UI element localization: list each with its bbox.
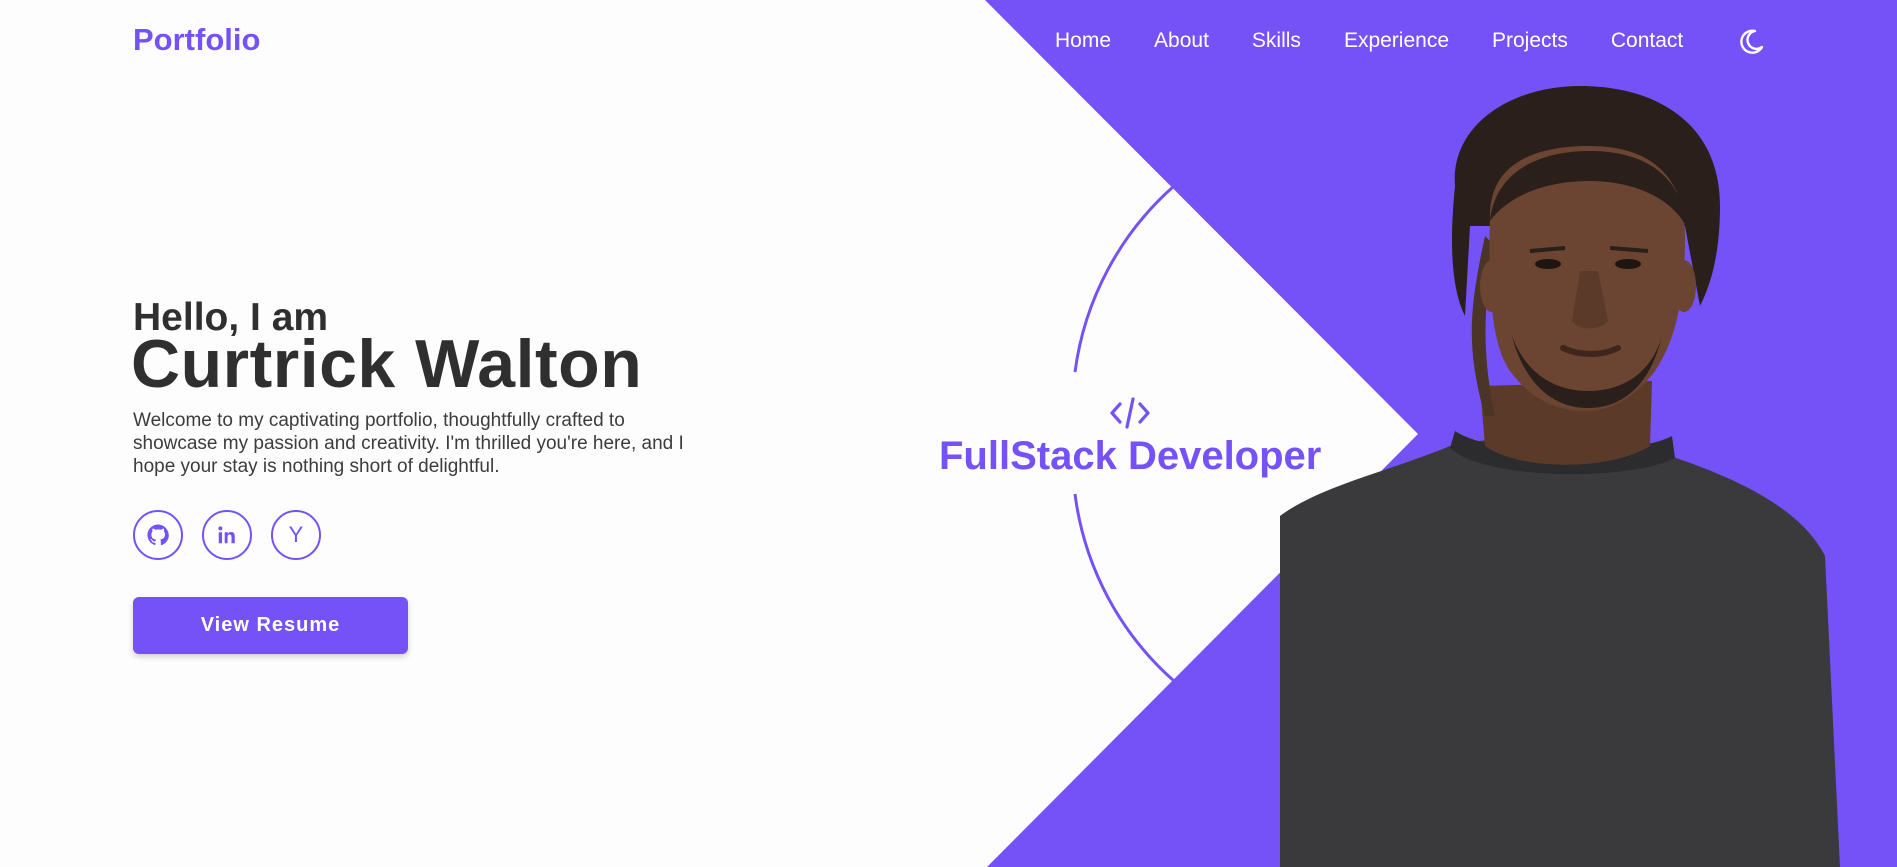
linkedin-link[interactable]: [202, 510, 252, 560]
site-logo[interactable]: Portfolio: [133, 22, 260, 58]
github-icon: [147, 524, 169, 546]
hero-section: Portfolio Home About Skills Experience P…: [0, 0, 1897, 867]
intro-text: Welcome to my captivating portfolio, tho…: [133, 410, 684, 477]
social-links: Y: [133, 510, 340, 560]
github-link[interactable]: [133, 510, 183, 560]
theme-toggle-button[interactable]: [1736, 27, 1766, 57]
code-icon: [1110, 397, 1150, 429]
linkedin-icon: [218, 526, 235, 544]
role-title: FullStack Developer: [939, 434, 1322, 478]
main-nav: Home About Skills Experience Projects Co…: [1055, 29, 1726, 53]
ycombinator-icon: Y: [288, 522, 304, 547]
nav-experience[interactable]: Experience: [1344, 29, 1449, 53]
hero-name: Curtrick Walton: [131, 326, 643, 402]
nav-contact[interactable]: Contact: [1611, 29, 1683, 53]
moon-icon: [1740, 29, 1764, 54]
ycombinator-link[interactable]: Y: [271, 510, 321, 560]
nav-projects[interactable]: Projects: [1492, 29, 1568, 53]
nav-home[interactable]: Home: [1055, 29, 1111, 53]
profile-photo: [1280, 86, 1840, 867]
nav-skills[interactable]: Skills: [1252, 29, 1301, 53]
nav-about[interactable]: About: [1154, 29, 1209, 53]
view-resume-button[interactable]: View Resume: [133, 597, 408, 654]
